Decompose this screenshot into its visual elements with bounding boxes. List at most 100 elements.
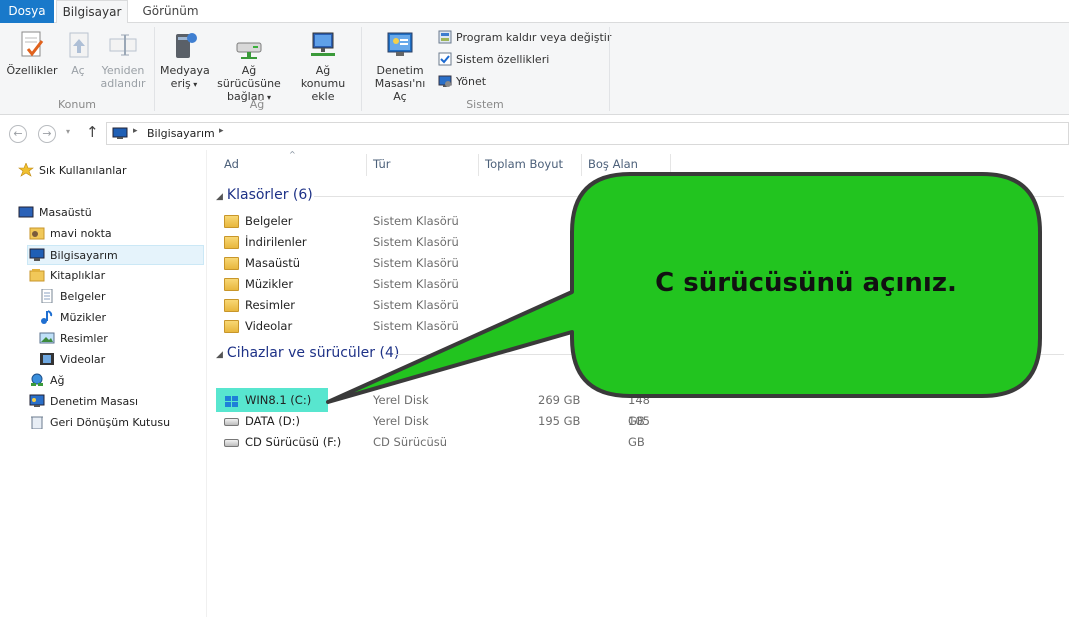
item-name: Müzikler [245,277,294,291]
nav-item-music[interactable]: Müzikler [39,308,106,328]
nav-item-computer[interactable]: Bilgisayarım [27,245,204,265]
column-header-total-size[interactable]: Toplam Boyut [485,157,563,171]
open-button[interactable]: Aç [64,29,92,77]
item-name: Belgeler [245,214,293,228]
tab-file[interactable]: Dosya [0,0,54,23]
map-network-drive-button[interactable]: Ağ sürücüsüne bağlan ▾ [210,29,288,104]
nav-item-control-panel[interactable]: Denetim Masası [29,392,138,412]
nav-item-favorites[interactable]: Sık Kullanılanlar [18,161,127,181]
item-type: Sistem Klasörü [373,235,459,249]
control-panel-label-1: Denetim [376,64,424,77]
nav-item-mavi-nokta[interactable]: mavi nokta [29,224,112,244]
nav-item-pictures[interactable]: Resimler [39,329,108,349]
item-name: İndirilenler [245,235,307,249]
open-control-panel-button[interactable]: Denetim Masası'nı Aç [367,29,433,103]
group-system-label: Sistem [466,98,504,111]
address-bar[interactable]: ▸ Bilgisayarım ▸ [106,122,1069,145]
column-header-free-space[interactable]: Boş Alan [588,157,638,171]
system-properties-icon [438,52,452,66]
nav-item-documents[interactable]: Belgeler [39,287,105,307]
group-separator [154,27,155,111]
uninstall-program-button[interactable]: Program kaldır veya değiştir [438,29,611,47]
nav-item-libraries[interactable]: Kitaplıklar [29,266,105,286]
system-properties-button[interactable]: Sistem özellikleri [438,51,549,69]
system-properties-label: Sistem özellikleri [456,53,550,66]
nav-label: Müzikler [60,311,107,324]
tab-view[interactable]: Görünüm [133,0,208,23]
breadcrumb-chevron-icon[interactable]: ▸ [133,126,138,136]
up-button[interactable]: ↑ [86,123,99,141]
collapse-chevron-icon: ◢ [216,192,223,202]
star-icon [18,162,34,177]
nav-item-desktop[interactable]: Masaüstü [18,203,92,223]
column-separator[interactable] [478,154,479,176]
column-header-type[interactable]: Tür [373,157,390,171]
drive-f-item[interactable]: CD Sürücüsü (F:) CD Sürücüsü [208,432,668,453]
tab-computer[interactable]: Bilgisayar [56,0,128,24]
item-type: Sistem Klasörü [373,277,459,291]
group-location-label: Konum [57,98,97,111]
nav-item-recycle-bin[interactable]: Geri Dönüşüm Kutusu [29,413,170,433]
ribbon-tabs: Dosya Bilgisayar Görünüm [0,0,1069,24]
forward-button[interactable]: → [38,125,56,143]
drive-d-item[interactable]: DATA (D:) Yerel Disk 195 GB 105 GB [208,411,668,449]
properties-button[interactable]: Özellikler [6,29,58,77]
computer-icon [112,127,128,143]
item-type: Sistem Klasörü [373,214,459,228]
navigation-bar: ← → ▾ ↑ ▸ Bilgisayarım ▸ [0,117,1069,149]
column-separator[interactable] [366,154,367,176]
item-type: Sistem Klasörü [373,256,459,270]
breadcrumb-computer[interactable]: Bilgisayarım [147,127,215,140]
network-location-icon [307,29,339,61]
network-drive-icon [233,29,265,61]
nav-item-network[interactable]: Ağ [29,371,65,391]
nav-label: Ağ [50,374,65,387]
cd-drive-icon [224,439,239,447]
document-icon [39,288,55,304]
column-header-name[interactable]: Ad [224,157,239,171]
recycle-bin-icon [29,415,45,430]
nav-item-videos[interactable]: Videolar [39,350,105,370]
back-button[interactable]: ← [9,125,27,143]
breadcrumb-chevron-icon[interactable]: ▸ [219,126,224,136]
group-separator [609,27,610,111]
item-type: Yerel Disk [373,393,429,407]
group-header-folders[interactable]: ◢ Klasörler (6) [216,187,313,203]
ribbon: Özellikler Aç Yeniden adlandır Konum Med… [0,23,1069,115]
libraries-icon [29,268,45,282]
group-header-devices[interactable]: ◢ Cihazlar ve sürücüler (4) [216,345,399,361]
item-name: Videolar [245,319,293,333]
properties-icon [16,29,48,61]
item-name: Masaüstü [245,256,301,270]
music-note-icon [39,310,55,324]
control-panel-icon [29,394,45,408]
add-network-location-button[interactable]: Ağ konumu ekle [292,29,354,103]
network-icon [29,373,45,387]
rename-icon [107,29,139,61]
control-panel-icon [384,29,416,61]
rename-label-2: adlandır [100,77,146,90]
recent-locations-chevron-icon[interactable]: ▾ [66,127,70,136]
navigation-pane: Sık Kullanılanlar Masaüstü mavi nokta Bi… [0,150,207,617]
desktop-icon [18,205,34,219]
open-label: Aç [71,64,85,77]
forward-arrow-icon: → [42,127,52,140]
uninstall-label: Program kaldır veya değiştir [456,31,612,44]
nav-label: Bilgisayarım [50,249,118,262]
item-name: WIN8.1 (C:) [245,393,312,407]
open-icon [64,29,96,61]
downloads-folder-icon [224,236,239,249]
manage-button[interactable]: Yönet [438,73,486,91]
back-arrow-icon: ← [13,127,23,140]
media-label-2: eriş [170,77,191,90]
media-server-icon [168,29,200,61]
nav-label: Belgeler [60,290,106,303]
properties-label: Özellikler [6,64,58,77]
sort-ascending-icon: ^ [289,150,296,159]
videos-folder-icon [224,320,239,333]
media-access-button[interactable]: Medyaya eriş ▾ [160,29,210,91]
rename-button[interactable]: Yeniden adlandır [98,29,148,90]
item-name: Resimler [245,298,295,312]
up-arrow-icon: ↑ [86,123,99,141]
windows-drive-icon [224,394,239,407]
